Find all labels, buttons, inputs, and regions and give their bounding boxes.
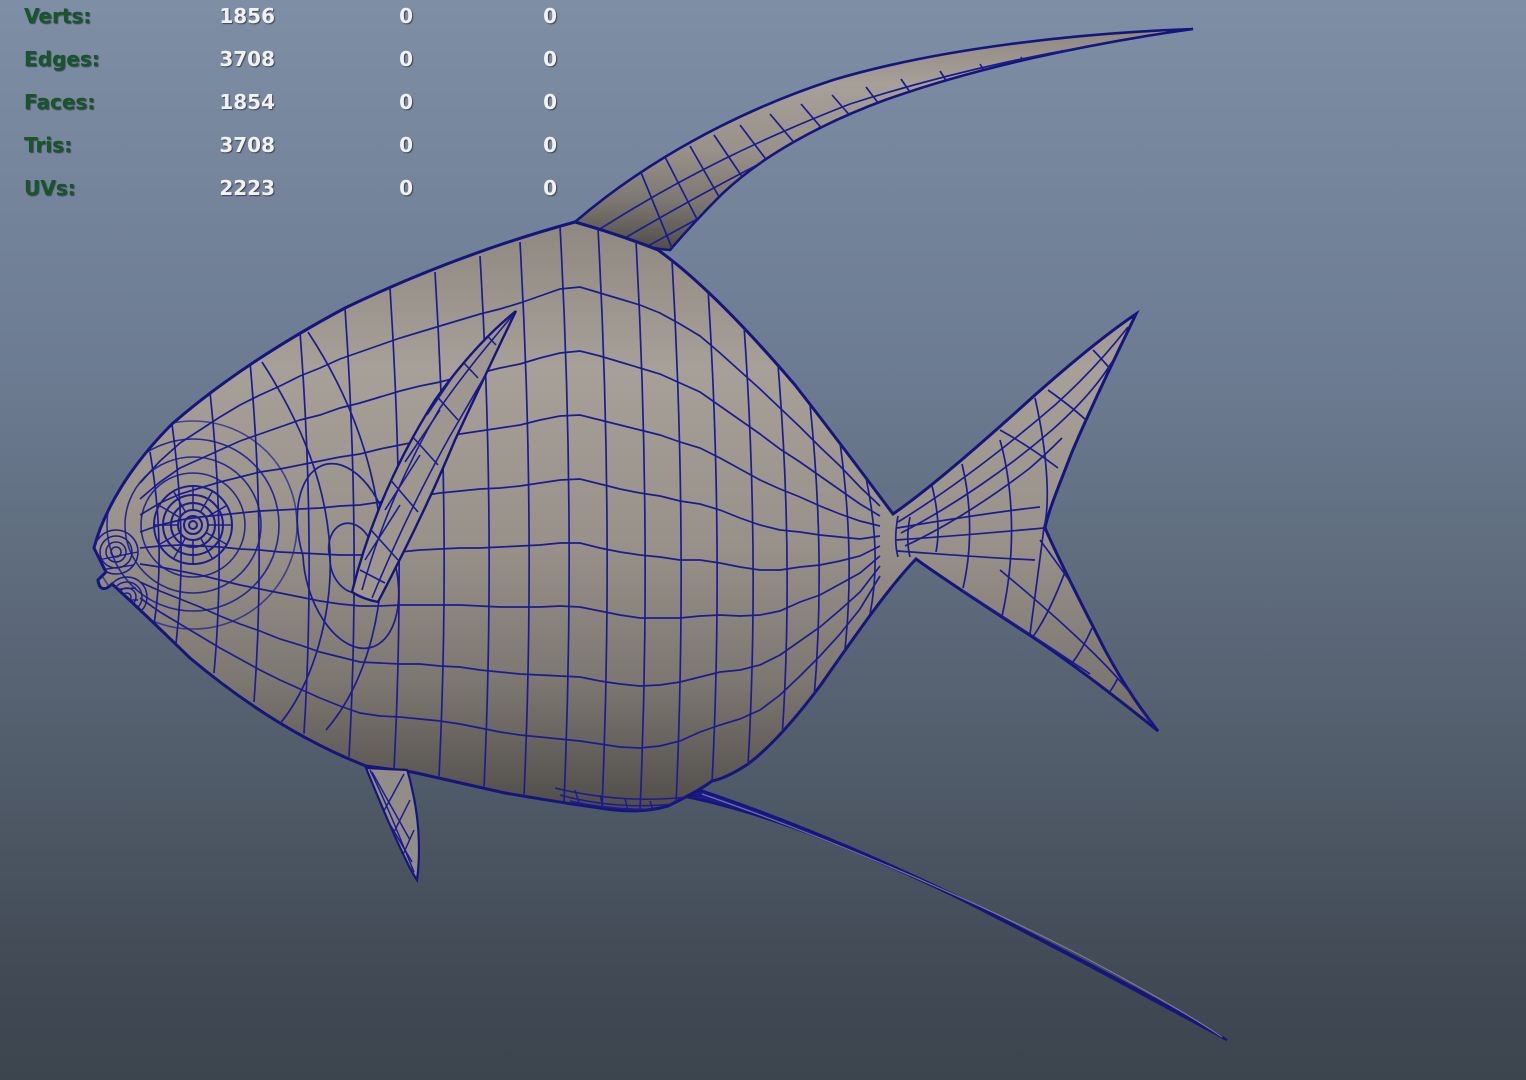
- viewport-3d-canvas[interactable]: Verts: 1856 0 0 Edges: 3708 0 0 Faces: 1…: [0, 0, 1526, 1080]
- fish-model-root: [92, 27, 1228, 1042]
- fish-body: [92, 220, 1160, 813]
- anal-streamer-highlight: [701, 793, 1223, 1038]
- maya-3d-viewport-window: { "viewport": { "name": "perspective-3d-…: [0, 0, 1526, 1080]
- anal-fin-streamer: [682, 788, 1228, 1042]
- dorsal-fin-streamer: [573, 27, 1195, 252]
- fish-wireframe-model: [92, 27, 1228, 1042]
